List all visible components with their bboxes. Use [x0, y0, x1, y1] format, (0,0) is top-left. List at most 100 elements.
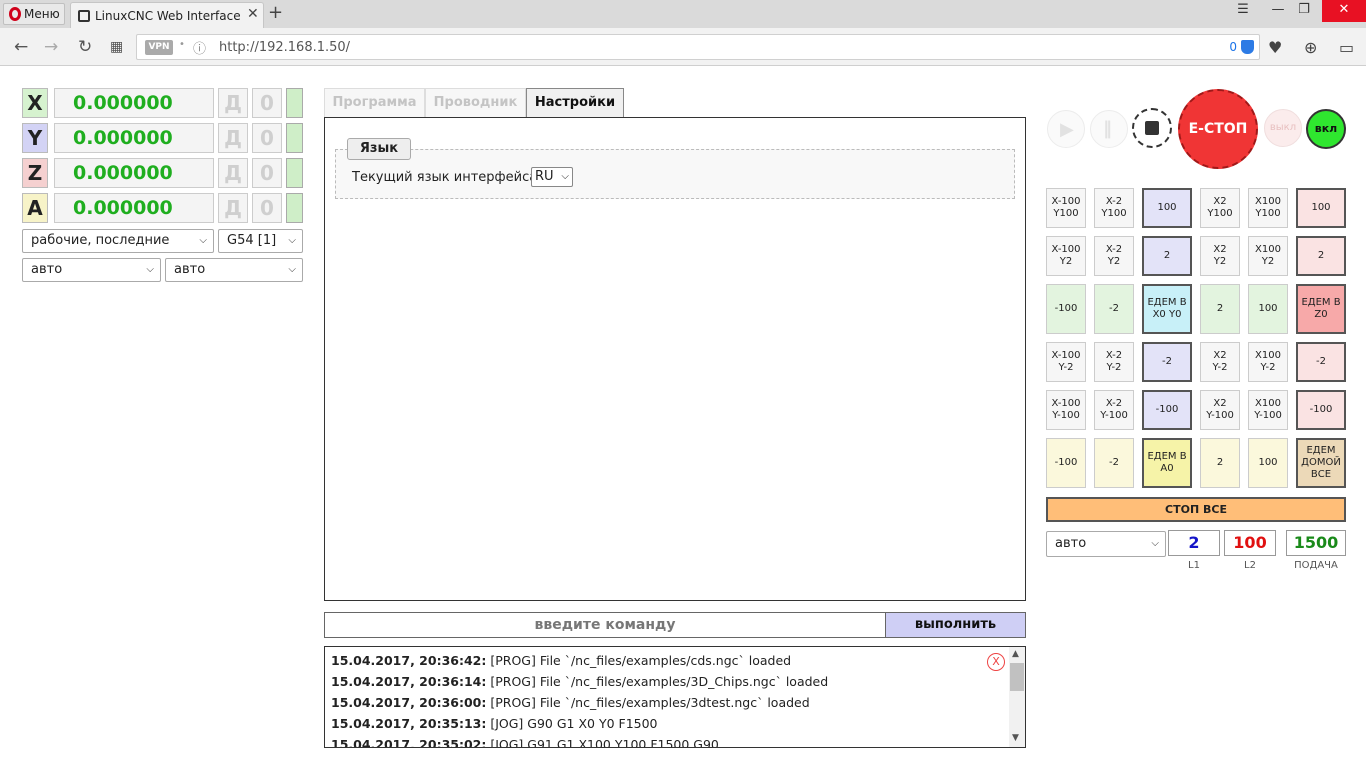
machine-off-button[interactable]: выкл: [1264, 109, 1302, 147]
close-window-icon[interactable]: ✕: [1322, 0, 1366, 22]
jog-button[interactable]: -100: [1046, 438, 1086, 488]
jog-button-label: ЕДЕМ В X0 Y0: [1147, 297, 1187, 320]
download-icon[interactable]: ⊕: [1304, 38, 1317, 57]
speed-dial-icon[interactable]: ▦: [110, 39, 123, 55]
jog-button-label: X-100 Y-100: [1051, 398, 1081, 421]
chevron-down-icon: ⌵: [288, 264, 296, 275]
log-scrollbar[interactable]: ▲ ▼: [1009, 647, 1025, 747]
jog-button[interactable]: X-2 Y-2: [1094, 342, 1134, 382]
estop-button[interactable]: E-СТОП: [1178, 89, 1258, 169]
jog-button[interactable]: X-100 Y-2: [1046, 342, 1086, 382]
jog-button[interactable]: X2 Y-2: [1200, 342, 1240, 382]
jog-button[interactable]: X-2 Y100: [1094, 188, 1134, 228]
axis-home-button[interactable]: Д: [218, 193, 248, 223]
axis-home-button[interactable]: Д: [218, 88, 248, 118]
jog-button[interactable]: 100: [1296, 188, 1346, 228]
level-value[interactable]: 1500: [1286, 530, 1346, 556]
jog-button[interactable]: X-2 Y-100: [1094, 390, 1134, 430]
ad-block-shield-icon[interactable]: [1241, 40, 1254, 54]
jog-button[interactable]: X100 Y100: [1248, 188, 1288, 228]
url-field[interactable]: VPN • ⓘ http://192.168.1.50/ 0: [136, 34, 1260, 60]
axis-zero-button[interactable]: 0: [252, 158, 282, 188]
jog-button[interactable]: 100: [1248, 438, 1288, 488]
jog-button[interactable]: -100: [1046, 284, 1086, 334]
pause-button[interactable]: ‖: [1090, 110, 1128, 148]
axis-zero-button[interactable]: 0: [252, 123, 282, 153]
stop-button[interactable]: [1132, 108, 1172, 148]
jog-button[interactable]: -2: [1094, 438, 1134, 488]
jog-button[interactable]: X-2 Y2: [1094, 236, 1134, 276]
jog-button[interactable]: X-100 Y-100: [1046, 390, 1086, 430]
language-select[interactable]: RU ⌵: [531, 167, 573, 187]
heart-icon[interactable]: ♥: [1268, 38, 1282, 57]
jog-button[interactable]: X2 Y2: [1200, 236, 1240, 276]
tab-program[interactable]: Программа: [324, 88, 425, 117]
axis-zero-button[interactable]: 0: [252, 88, 282, 118]
scroll-down-icon[interactable]: ▼: [1012, 733, 1019, 743]
jog-button[interactable]: 2: [1200, 438, 1240, 488]
tab-settings[interactable]: Настройки: [526, 88, 624, 118]
scroll-up-icon[interactable]: ▲: [1012, 649, 1019, 659]
axis-home-button[interactable]: Д: [218, 158, 248, 188]
jog-button[interactable]: -2: [1296, 342, 1346, 382]
jog-button[interactable]: -100: [1142, 390, 1192, 430]
coords-select[interactable]: рабочие, последние ⌵: [22, 229, 214, 253]
jog-button[interactable]: 2: [1200, 284, 1240, 334]
level-value[interactable]: 100: [1224, 530, 1276, 556]
scroll-thumb[interactable]: [1010, 663, 1024, 691]
jog-button[interactable]: -100: [1296, 390, 1346, 430]
jog-button[interactable]: X-100 Y100: [1046, 188, 1086, 228]
jog-button[interactable]: X100 Y-2: [1248, 342, 1288, 382]
reload-icon[interactable]: ↻: [78, 37, 92, 57]
tab-close-icon[interactable]: ✕: [247, 6, 259, 22]
mode1-select[interactable]: авто ⌵: [22, 258, 161, 282]
jog-button-label: X100 Y2: [1255, 244, 1281, 267]
stop-all-button[interactable]: СТОП ВСЕ: [1046, 497, 1346, 522]
jog-button-label: X100 Y-2: [1255, 350, 1281, 373]
jog-button[interactable]: ЕДЕМ В X0 Y0: [1142, 284, 1192, 334]
clear-log-icon[interactable]: X: [987, 653, 1005, 671]
jog-button[interactable]: ЕДЕМ ДОМОЙ ВСЕ: [1296, 438, 1346, 488]
machine-on-button[interactable]: вкл: [1306, 109, 1346, 149]
jog-button[interactable]: ЕДЕМ В Z0: [1296, 284, 1346, 334]
jog-button[interactable]: X-100 Y2: [1046, 236, 1086, 276]
run-command-button[interactable]: выполнить: [885, 612, 1026, 638]
jog-button-label: X-2 Y-2: [1105, 350, 1123, 373]
g54-select[interactable]: G54 [1] ⌵: [218, 229, 303, 253]
jog-button[interactable]: X2 Y-100: [1200, 390, 1240, 430]
browser-tab-active[interactable]: LinuxCNC Web Interface ✕: [70, 2, 264, 28]
jog-button[interactable]: 100: [1248, 284, 1288, 334]
jog-button[interactable]: 100: [1142, 188, 1192, 228]
axis-value: 0.000000: [54, 88, 214, 118]
forward-icon[interactable]: →: [44, 37, 58, 57]
site-info-icon[interactable]: ⓘ: [193, 38, 206, 57]
jog-button[interactable]: X2 Y100: [1200, 188, 1240, 228]
jog-button[interactable]: ЕДЕМ В A0: [1142, 438, 1192, 488]
new-tab-button[interactable]: +: [268, 2, 283, 23]
log-time: 15.04.2017, 20:36:42:: [331, 653, 487, 668]
play-button[interactable]: ▶: [1047, 110, 1085, 148]
battery-icon[interactable]: ▭: [1339, 38, 1354, 57]
level-value[interactable]: 2: [1168, 530, 1220, 556]
tab-explorer[interactable]: Проводник: [425, 88, 526, 117]
vpn-badge[interactable]: VPN: [145, 40, 173, 55]
axis-home-button[interactable]: Д: [218, 123, 248, 153]
jog-button[interactable]: -2: [1142, 342, 1192, 382]
log-message: [PROG] File `/nc_files/examples/3dtest.n…: [490, 695, 810, 710]
jog-button[interactable]: -2: [1094, 284, 1134, 334]
jog-button[interactable]: 2: [1142, 236, 1192, 276]
restore-icon[interactable]: ❐: [1282, 0, 1326, 22]
axis-zero-button[interactable]: 0: [252, 193, 282, 223]
jog-button[interactable]: X100 Y2: [1248, 236, 1288, 276]
jog-button-label: -2: [1109, 303, 1119, 314]
language-value: RU: [535, 169, 554, 184]
opera-menu-button[interactable]: Меню: [3, 3, 65, 25]
jog-button[interactable]: 2: [1296, 236, 1346, 276]
jog-button-label: 2: [1216, 457, 1224, 468]
back-icon[interactable]: ←: [14, 37, 28, 57]
jog-button[interactable]: X100 Y-100: [1248, 390, 1288, 430]
command-input[interactable]: введите команду: [324, 612, 886, 638]
jog-mode-select[interactable]: авто ⌵: [1046, 531, 1166, 557]
level-caption: L2: [1244, 560, 1256, 571]
mode2-select[interactable]: авто ⌵: [165, 258, 303, 282]
